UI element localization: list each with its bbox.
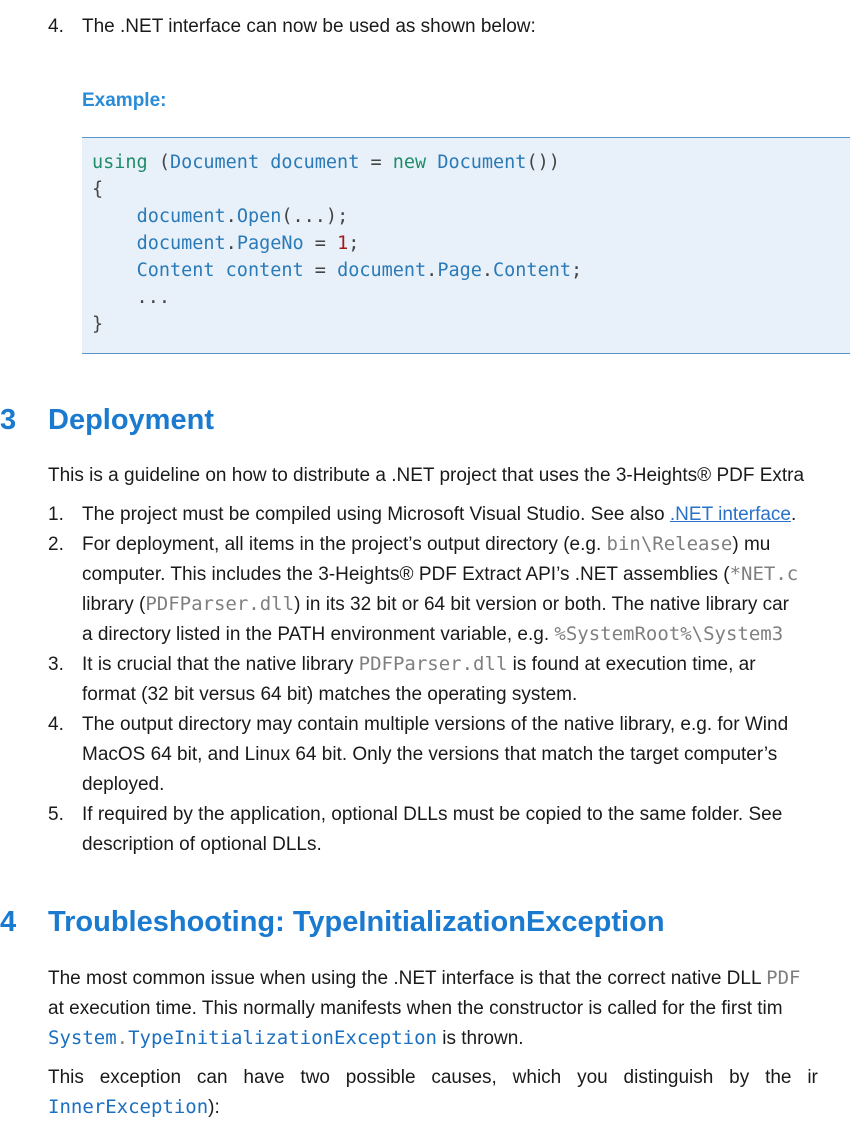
text-run: It is crucial that the native library [82,654,359,675]
text-run: is thrown. [436,1028,524,1049]
list-item-text: The project must be compiled using Micro… [82,505,796,524]
list-item-text: description of optional DLLs. [82,834,322,855]
list-item-text: a directory listed in the PATH environme… [82,623,784,645]
code-member: Content [493,260,571,281]
code-operator: = [303,233,338,254]
list-item-text: format (32 bit versus 64 bit) matches th… [82,684,578,705]
paragraph-line: at execution time. This normally manifes… [48,998,783,1019]
section-number: .4 [0,906,17,938]
text-run: library ( [82,594,146,615]
code-text: ; [570,260,583,281]
paragraph-line: System.TypeInitializationException is th… [48,1027,524,1049]
inline-code: System [48,1027,117,1049]
code-type: Document [169,152,260,173]
section-number: .3 [0,404,17,436]
section-heading: Troubleshooting: TypeInitializationExcep… [48,906,665,938]
section-heading: Deployment [48,404,214,436]
code-line-1: using (Document document = new Document(… [92,152,560,173]
list-item-number: 4. [48,16,64,37]
inline-code: . [116,1027,129,1049]
list-item-text: deployed. [82,774,165,795]
code-number: 1 [337,233,349,254]
text-run: ) in its 32 bit or 64 bit version or bot… [294,594,789,615]
code-operator: = [314,260,326,281]
list-item-number: 1. [48,504,64,525]
list-item-text: library (PDFParser.dll) in its 32 bit or… [82,593,789,615]
inline-code: InnerException [48,1096,209,1118]
code-identifier: document [337,260,427,281]
code-line-2: { [92,179,104,200]
list-item-text: For deployment, all items in the project… [82,533,771,555]
list-item-number: 5. [48,804,64,825]
code-line-5: Content content = document.Page.Content; [92,260,583,281]
text-run: computer. This includes the 3-Heights® P… [82,564,730,585]
text-run: is found at execution time, ar [507,654,756,675]
code-member: Page [437,260,482,281]
list-item-text: If required by the application, optional… [82,804,783,825]
code-identifier: content [214,260,315,281]
code-text: ()) [526,152,560,173]
list-item-text: The output directory may contain multipl… [82,714,789,735]
inline-code: PDFParser.dll [358,653,508,675]
list-item-number: 4. [48,714,64,735]
code-keyword: using [92,152,148,173]
inline-code: %SystemRoot%\System3 [554,623,784,645]
inline-code: *NET.c [729,563,799,585]
code-text: (...); [281,206,349,227]
list-item-number: 2. [48,534,64,555]
paragraph-line: This exception can have two possible cau… [48,1067,818,1088]
code-line-6: ... [92,287,170,308]
text-run: The project must be compiled using Micro… [82,504,670,525]
list-item-number: 3. [48,654,64,675]
code-line-4: document.PageNo = 1; [92,233,360,254]
text-run: ) mu [732,534,771,555]
text-run: . [790,504,797,525]
code-line-3: document.Open(...); [92,206,349,227]
code-member: PageNo [236,233,304,254]
code-text: . [225,206,237,227]
code-operator: = [370,152,382,173]
text-run: The most common issue when using the .NE… [48,968,767,989]
code-identifier: document [259,152,371,173]
paragraph-line: InnerException): [48,1096,220,1118]
net-interface-link[interactable]: .NET interface [670,504,791,525]
inline-code: bin\Release [606,533,733,555]
document-page: 4. The .NET interface can now be used as… [0,0,850,1145]
list-item-text: It is crucial that the native library PD… [82,653,756,675]
example-label: Example: [82,90,167,111]
inline-code: PDF [766,967,801,989]
list-item-text: MacOS 64 bit, and Linux 64 bit. Only the… [82,744,778,765]
code-text: ; [348,233,360,254]
paragraph: This is a guideline on how to distribute… [48,465,805,486]
list-item-text: The .NET interface can now be used as sh… [82,16,536,37]
inline-code: PDFParser.dll [145,593,295,615]
text-run: For deployment, all items in the project… [82,534,607,555]
list-item-text: computer. This includes the 3-Heights® P… [82,563,799,585]
inline-code: TypeInitializationException [128,1027,437,1049]
code-keyword: new [381,152,438,173]
paragraph-line: The most common issue when using the .NE… [48,967,801,989]
code-text: . [481,260,494,281]
code-identifier: document [136,206,226,227]
code-text: . [225,233,237,254]
code-text: ( [147,152,170,173]
code-line-7: } [92,314,104,335]
code-type: Document [437,152,527,173]
text-run: a directory listed in the PATH environme… [82,624,555,645]
code-type: Content [136,260,215,281]
code-member: Open [236,206,282,227]
code-text: . [426,260,438,281]
code-identifier: document [136,233,226,254]
text-run: ): [208,1097,220,1118]
